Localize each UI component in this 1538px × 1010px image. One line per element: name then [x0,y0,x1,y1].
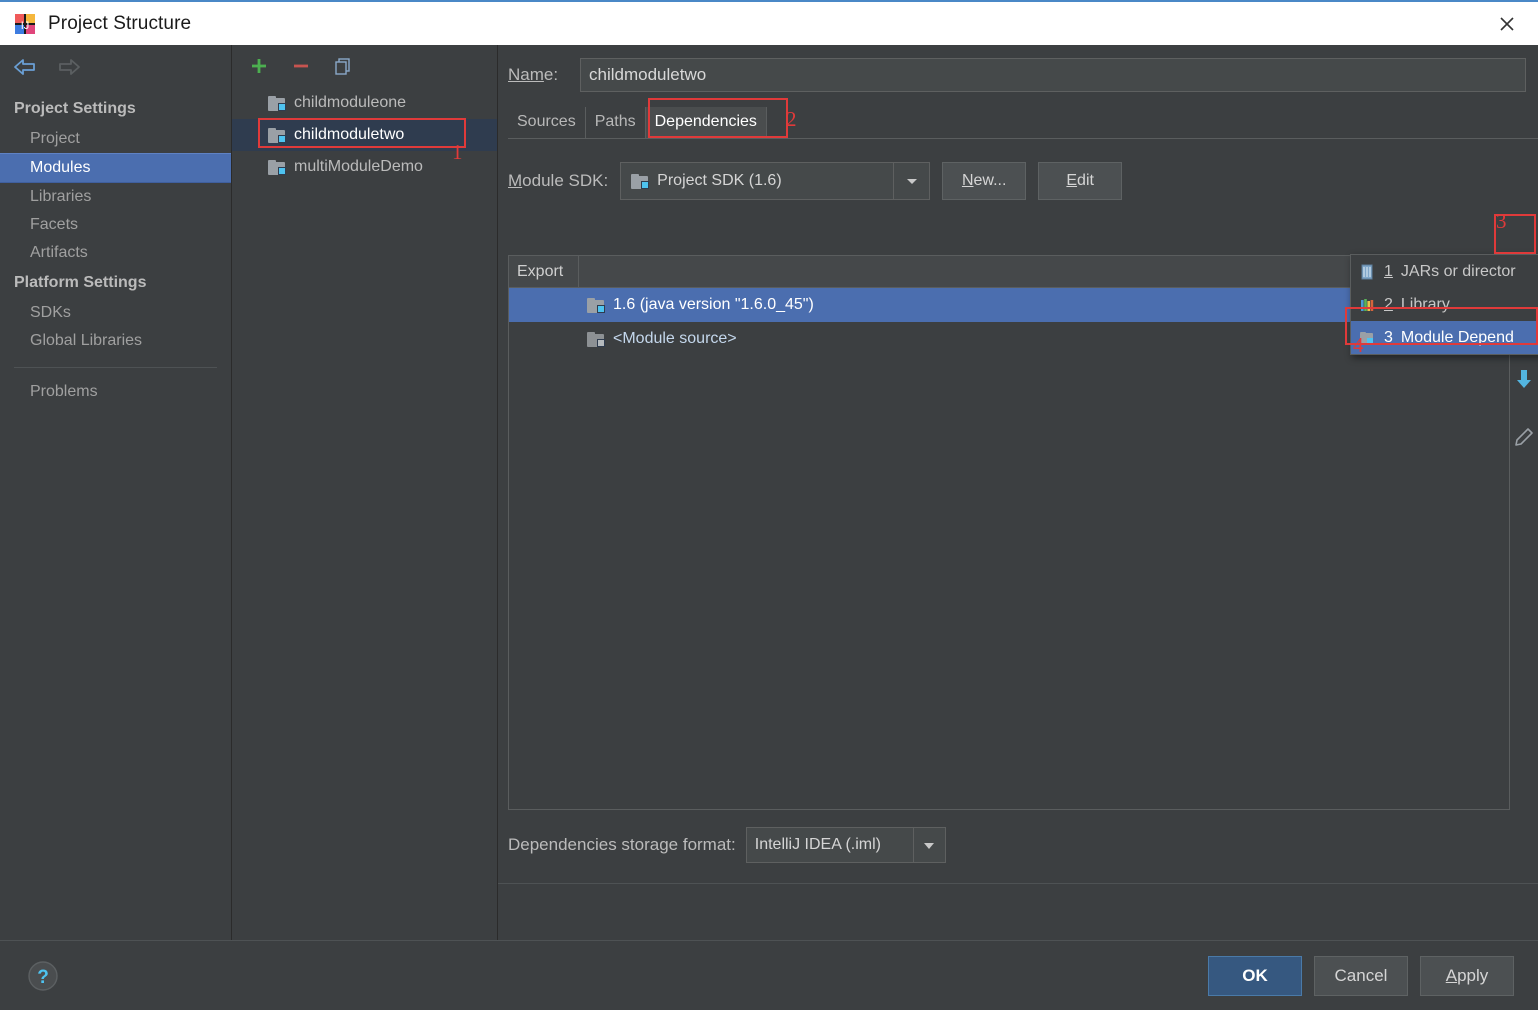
title-bar: IJ Project Structure [0,0,1538,45]
sidebar-item-modules[interactable]: Modules [0,153,231,183]
column-header-spacer [579,256,1361,287]
sdk-folder-icon [631,173,650,189]
menu-item-number: 1 [1384,262,1393,280]
settings-group-heading-project: Project Settings [14,100,136,117]
tab-dependencies[interactable]: Dependencies [645,107,767,138]
apply-button[interactable]: Apply [1420,955,1514,996]
jar-icon [1359,264,1377,280]
chevron-down-icon[interactable] [893,163,929,199]
module-folder-icon [268,159,286,175]
sidebar-nav-row [0,45,231,89]
modules-panel: childmoduleone childmoduletwo multiModul… [232,45,498,940]
module-tabs: Sources Paths Dependencies 2 [508,98,1538,139]
module-source-icon [587,331,605,347]
back-arrow-icon[interactable] [10,55,40,79]
tab-paths[interactable]: Paths [586,107,646,138]
footer-buttons: OK Cancel Apply [1208,955,1514,996]
sidebar-item-global-libraries[interactable]: Global Libraries [0,327,231,355]
menu-item-jars-or-directories[interactable]: 1 JARs or director [1351,255,1538,288]
module-sdk-label: Module SDK: [508,171,609,190]
new-sdk-button[interactable]: New... [942,162,1027,200]
settings-group-heading-platform: Platform Settings [14,274,147,291]
svg-text:?: ? [37,967,49,988]
module-name-label: Name: [508,65,559,84]
settings-sidebar: Project Settings Project Modules Librari… [0,45,232,940]
module-item-label: childmoduleone [294,94,407,111]
edit-sdk-button[interactable]: Edit [1038,162,1123,200]
ok-button[interactable]: OK [1208,955,1302,996]
help-icon[interactable]: ? [26,959,60,993]
menu-item-library[interactable]: 2 Library... [1351,288,1538,321]
module-editor-pane: Name: Sources Paths Dependencies 2 Modul… [498,45,1538,940]
dependency-label: 1.6 (java version "1.6.0_45") [613,296,814,313]
content-divider [498,883,1538,884]
module-item-label: childmoduletwo [294,126,405,143]
pencil-icon[interactable] [1510,415,1538,459]
dependency-label: <Module source> [613,330,737,347]
annotation-marker-2: 2 [786,107,797,131]
intellij-idea-icon: IJ [14,13,36,35]
sidebar-item-sdks[interactable]: SDKs [0,299,231,327]
plus-icon[interactable] [246,53,272,79]
forward-arrow-icon[interactable] [54,55,84,79]
sidebar-item-libraries[interactable]: Libraries [0,183,231,211]
tab-sources[interactable]: Sources [508,107,586,138]
sidebar-item-facets[interactable]: Facets [0,211,231,239]
dialog-footer: ? OK Cancel Apply [0,940,1538,1010]
module-name-input[interactable] [580,58,1526,92]
close-icon[interactable] [1476,2,1538,45]
menu-item-number: 3 [1384,328,1393,346]
module-list-item-childmoduleone[interactable]: childmoduleone [232,87,497,119]
svg-text:IJ: IJ [21,20,30,32]
module-folder-icon [268,95,286,111]
module-item-label: multiModuleDemo [294,158,423,175]
module-list-item-multimoduledemo[interactable]: multiModuleDemo [232,151,497,183]
sidebar-divider [14,367,217,368]
dependencies-storage-row: Dependencies storage format: IntelliJ ID… [508,824,946,866]
minus-icon[interactable] [288,53,314,79]
modules-list: childmoduleone childmoduletwo multiModul… [232,87,497,183]
module-folder-icon [268,127,286,143]
modules-toolbar [232,45,497,87]
sidebar-item-problems[interactable]: Problems [0,378,231,406]
arrow-down-icon[interactable] [1510,357,1538,401]
menu-item-label: Module Depend [1400,328,1514,346]
settings-list: Project Settings Project Modules Librari… [0,89,231,406]
cancel-button[interactable]: Cancel [1314,955,1408,996]
module-sdk-value: Project SDK (1.6) [657,172,782,189]
library-icon [1359,297,1377,313]
chevron-down-icon[interactable] [912,828,945,862]
module-list-item-childmoduletwo[interactable]: childmoduletwo [232,119,497,151]
window-title: Project Structure [48,12,192,34]
module-sdk-row: Module SDK: Project SDK (1.6) New... Edi… [508,161,1538,201]
sidebar-item-project[interactable]: Project [0,125,231,153]
menu-item-module-dependency[interactable]: 3 Module Depend [1351,321,1538,354]
module-name-row: Name: [508,55,1526,95]
dialog-body: Project Settings Project Modules Librari… [0,45,1538,940]
column-header-export[interactable]: Export [509,256,579,287]
copy-icon[interactable] [330,53,356,79]
module-icon [1359,330,1377,346]
menu-item-number: 2 [1384,295,1393,313]
add-dependency-menu[interactable]: 1 JARs or director 2 Library... 3 Module… [1350,254,1538,355]
menu-item-label: JARs or director [1400,262,1516,280]
storage-format-select[interactable]: IntelliJ IDEA (.iml) [745,827,946,863]
storage-format-value: IntelliJ IDEA (.iml) [754,836,881,853]
menu-item-label: Library... [1400,295,1462,313]
sdk-folder-icon [587,297,605,313]
storage-format-label: Dependencies storage format: [508,835,736,854]
module-sdk-select[interactable]: Project SDK (1.6) [620,162,931,200]
sidebar-item-artifacts[interactable]: Artifacts [0,239,231,267]
